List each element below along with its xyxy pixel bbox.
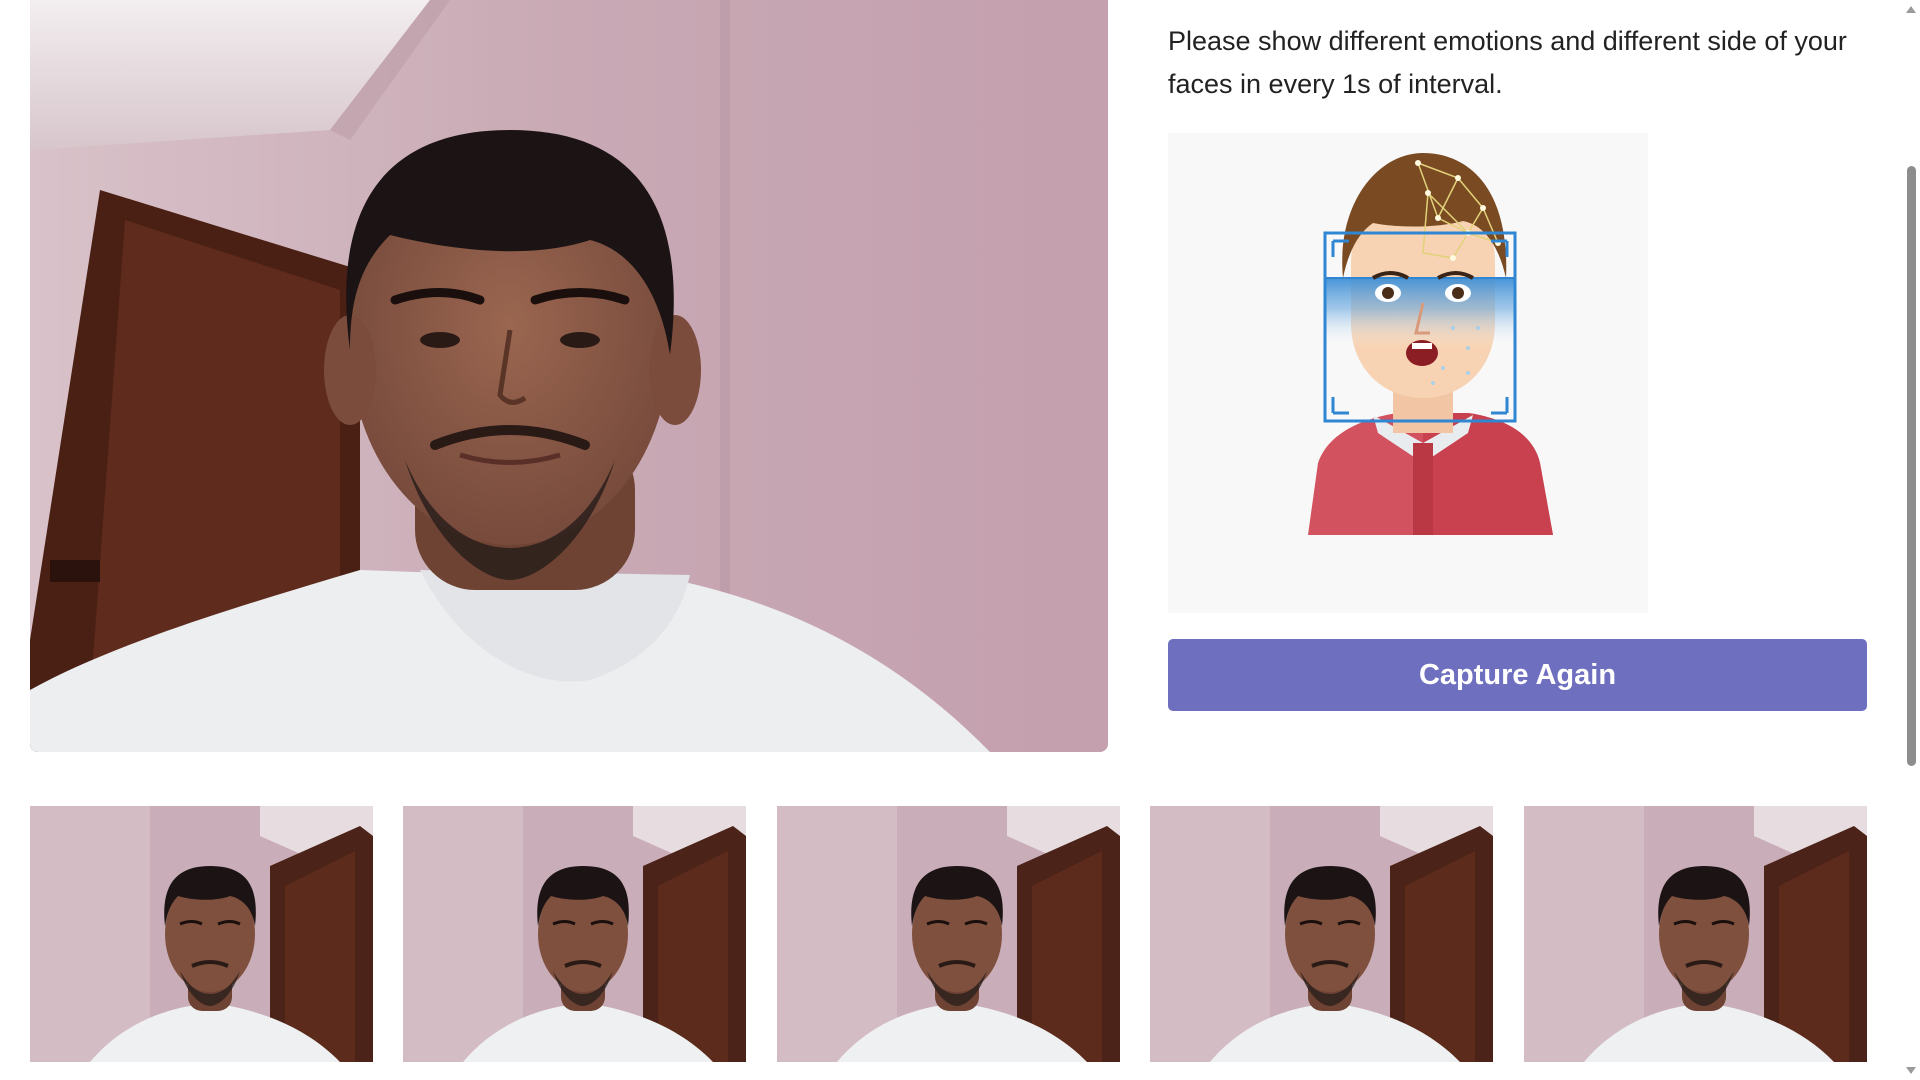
captured-photos-row xyxy=(30,806,1868,1062)
scroll-down-arrow-icon[interactable] xyxy=(1906,1067,1916,1074)
captured-photo-thumbnail xyxy=(403,806,746,1062)
captured-face-image xyxy=(403,806,746,1062)
webcam-feed-image xyxy=(30,0,1108,752)
capture-again-button[interactable]: Capture Again xyxy=(1168,639,1867,711)
captured-face-image xyxy=(1524,806,1867,1062)
face-recognition-icon xyxy=(1308,153,1553,535)
scrollbar-thumb[interactable] xyxy=(1907,166,1916,766)
instruction-text: Please show different emotions and diffe… xyxy=(1168,26,1847,99)
captured-face-image xyxy=(30,806,373,1062)
captured-face-image xyxy=(777,806,1120,1062)
captured-photo-thumbnail xyxy=(1524,806,1867,1062)
captured-face-image xyxy=(1150,806,1493,1062)
captured-photo-thumbnail xyxy=(1150,806,1493,1062)
captured-photo-thumbnail xyxy=(777,806,1120,1062)
face-scan-illustration xyxy=(1168,133,1648,613)
vertical-scrollbar[interactable] xyxy=(1902,0,1920,1080)
webcam-preview xyxy=(30,0,1108,752)
scroll-up-arrow-icon[interactable] xyxy=(1906,6,1916,13)
captured-photo-thumbnail xyxy=(30,806,373,1062)
face-capture-page: Please show different emotions and diffe… xyxy=(0,0,1902,1080)
